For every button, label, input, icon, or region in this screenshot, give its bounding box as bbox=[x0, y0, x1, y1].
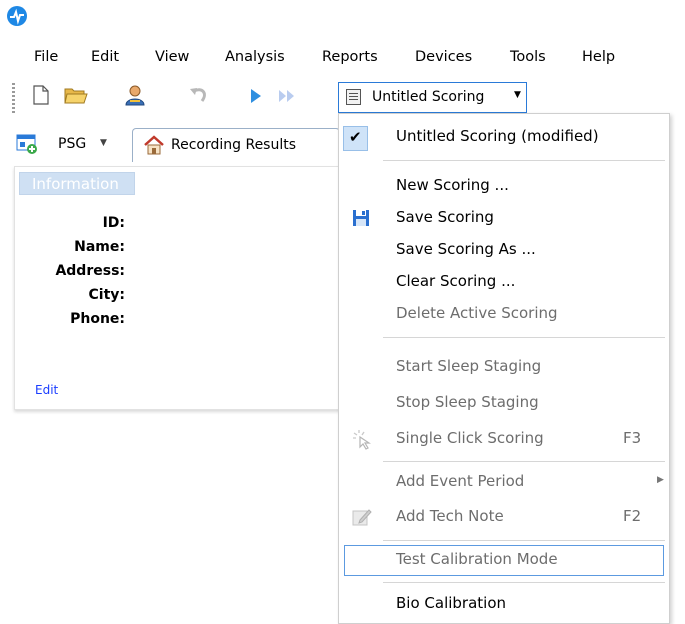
field-id-label: ID: bbox=[102, 215, 125, 231]
menu-reports[interactable]: Reports bbox=[322, 49, 378, 65]
scoring-dropdown-label: Untitled Scoring bbox=[372, 89, 485, 105]
menu-item-label: New Scoring ... bbox=[396, 176, 509, 194]
scoring-dropdown-button[interactable]: Untitled Scoring ▼ bbox=[338, 82, 527, 113]
field-phone-label: Phone: bbox=[70, 311, 125, 327]
menu-item-clear-scoring[interactable]: Clear Scoring ... bbox=[339, 266, 669, 298]
menu-item-shortcut: F3 bbox=[623, 429, 642, 447]
menu-item-label: Test Calibration Mode bbox=[396, 550, 558, 568]
menu-item-stop-sleep-staging[interactable]: Stop Sleep Staging bbox=[339, 387, 669, 419]
menu-item-add-event-period[interactable]: Add Event Period ▶ bbox=[339, 466, 669, 498]
note-pencil-icon bbox=[352, 507, 372, 531]
menu-item-label: Stop Sleep Staging bbox=[396, 393, 539, 411]
menu-item-label: Add Tech Note bbox=[396, 507, 504, 525]
scoring-list-icon bbox=[346, 89, 361, 105]
menu-item-new-scoring[interactable]: New Scoring ... bbox=[339, 170, 669, 202]
psg-icon bbox=[16, 134, 38, 158]
menu-item-label: Delete Active Scoring bbox=[396, 304, 558, 322]
edit-link[interactable]: Edit bbox=[35, 383, 58, 397]
menu-item-label: Clear Scoring ... bbox=[396, 272, 516, 290]
home-icon bbox=[143, 135, 165, 159]
menu-separator bbox=[383, 160, 665, 161]
menu-devices[interactable]: Devices bbox=[415, 49, 472, 65]
information-title: Information bbox=[32, 175, 119, 193]
menu-item-label: Save Scoring As ... bbox=[396, 240, 536, 258]
check-icon: ✔ bbox=[343, 126, 368, 151]
pointer-click-icon bbox=[351, 429, 373, 455]
menu-item-delete-active-scoring[interactable]: Delete Active Scoring bbox=[339, 298, 669, 330]
field-name-label: Name: bbox=[74, 239, 125, 255]
menu-separator bbox=[383, 337, 665, 338]
scoring-menu: ✔ Untitled Scoring (modified) New Scorin… bbox=[338, 113, 670, 624]
menu-tools[interactable]: Tools bbox=[510, 49, 546, 65]
play-icon[interactable] bbox=[250, 88, 262, 108]
menu-separator bbox=[383, 540, 665, 541]
menu-help[interactable]: Help bbox=[582, 49, 615, 65]
menu-edit[interactable]: Edit bbox=[91, 49, 119, 65]
open-folder-icon[interactable] bbox=[64, 85, 88, 109]
psg-dropdown[interactable]: PSG ▼ bbox=[16, 131, 126, 159]
menu-item-label: Untitled Scoring (modified) bbox=[396, 127, 599, 145]
menubar: File Edit View Analysis Reports Devices … bbox=[0, 40, 685, 74]
menu-separator bbox=[383, 461, 665, 462]
menu-item-label: Start Sleep Staging bbox=[396, 357, 542, 375]
menu-item-label: Bio Calibration bbox=[396, 594, 507, 612]
menu-item-untitled-scoring[interactable]: ✔ Untitled Scoring (modified) bbox=[339, 121, 669, 153]
menu-item-label: Single Click Scoring bbox=[396, 429, 544, 447]
tab-recording-results-label: Recording Results bbox=[171, 137, 297, 153]
menu-separator bbox=[383, 582, 665, 583]
information-header: Information bbox=[19, 172, 135, 195]
psg-label: PSG bbox=[58, 136, 87, 152]
menu-analysis[interactable]: Analysis bbox=[225, 49, 285, 65]
menu-item-save-scoring-as[interactable]: Save Scoring As ... bbox=[339, 234, 669, 266]
menu-item-single-click-scoring[interactable]: Single Click Scoring F3 bbox=[339, 423, 669, 455]
menu-item-bio-calibration[interactable]: Bio Calibration bbox=[339, 588, 669, 620]
information-panel: Information ID: Name: Address: City: Pho… bbox=[14, 166, 344, 410]
menu-file[interactable]: File bbox=[34, 49, 58, 65]
menu-item-save-scoring[interactable]: Save Scoring bbox=[339, 202, 669, 234]
chevron-right-icon: ▶ bbox=[657, 475, 664, 485]
field-city-label: City: bbox=[88, 287, 126, 303]
undo-icon[interactable] bbox=[189, 86, 209, 108]
fast-forward-icon[interactable] bbox=[278, 89, 296, 107]
menu-item-shortcut: F2 bbox=[623, 507, 642, 525]
menu-item-label: Add Event Period bbox=[396, 472, 525, 490]
chevron-down-icon: ▼ bbox=[514, 90, 521, 100]
menu-item-label: Save Scoring bbox=[396, 208, 494, 226]
new-document-icon[interactable] bbox=[33, 85, 49, 109]
chevron-down-icon: ▼ bbox=[100, 138, 107, 148]
patient-icon[interactable] bbox=[124, 84, 146, 110]
app-logo-icon bbox=[7, 6, 27, 26]
menu-item-add-tech-note[interactable]: Add Tech Note F2 bbox=[339, 501, 669, 533]
menu-item-test-calibration-mode[interactable]: Test Calibration Mode bbox=[339, 545, 669, 577]
tab-recording-results[interactable]: Recording Results bbox=[132, 128, 340, 162]
field-address-label: Address: bbox=[55, 263, 125, 279]
menu-item-start-sleep-staging[interactable]: Start Sleep Staging bbox=[339, 351, 669, 383]
save-floppy-icon bbox=[352, 209, 370, 231]
menu-view[interactable]: View bbox=[155, 49, 189, 65]
